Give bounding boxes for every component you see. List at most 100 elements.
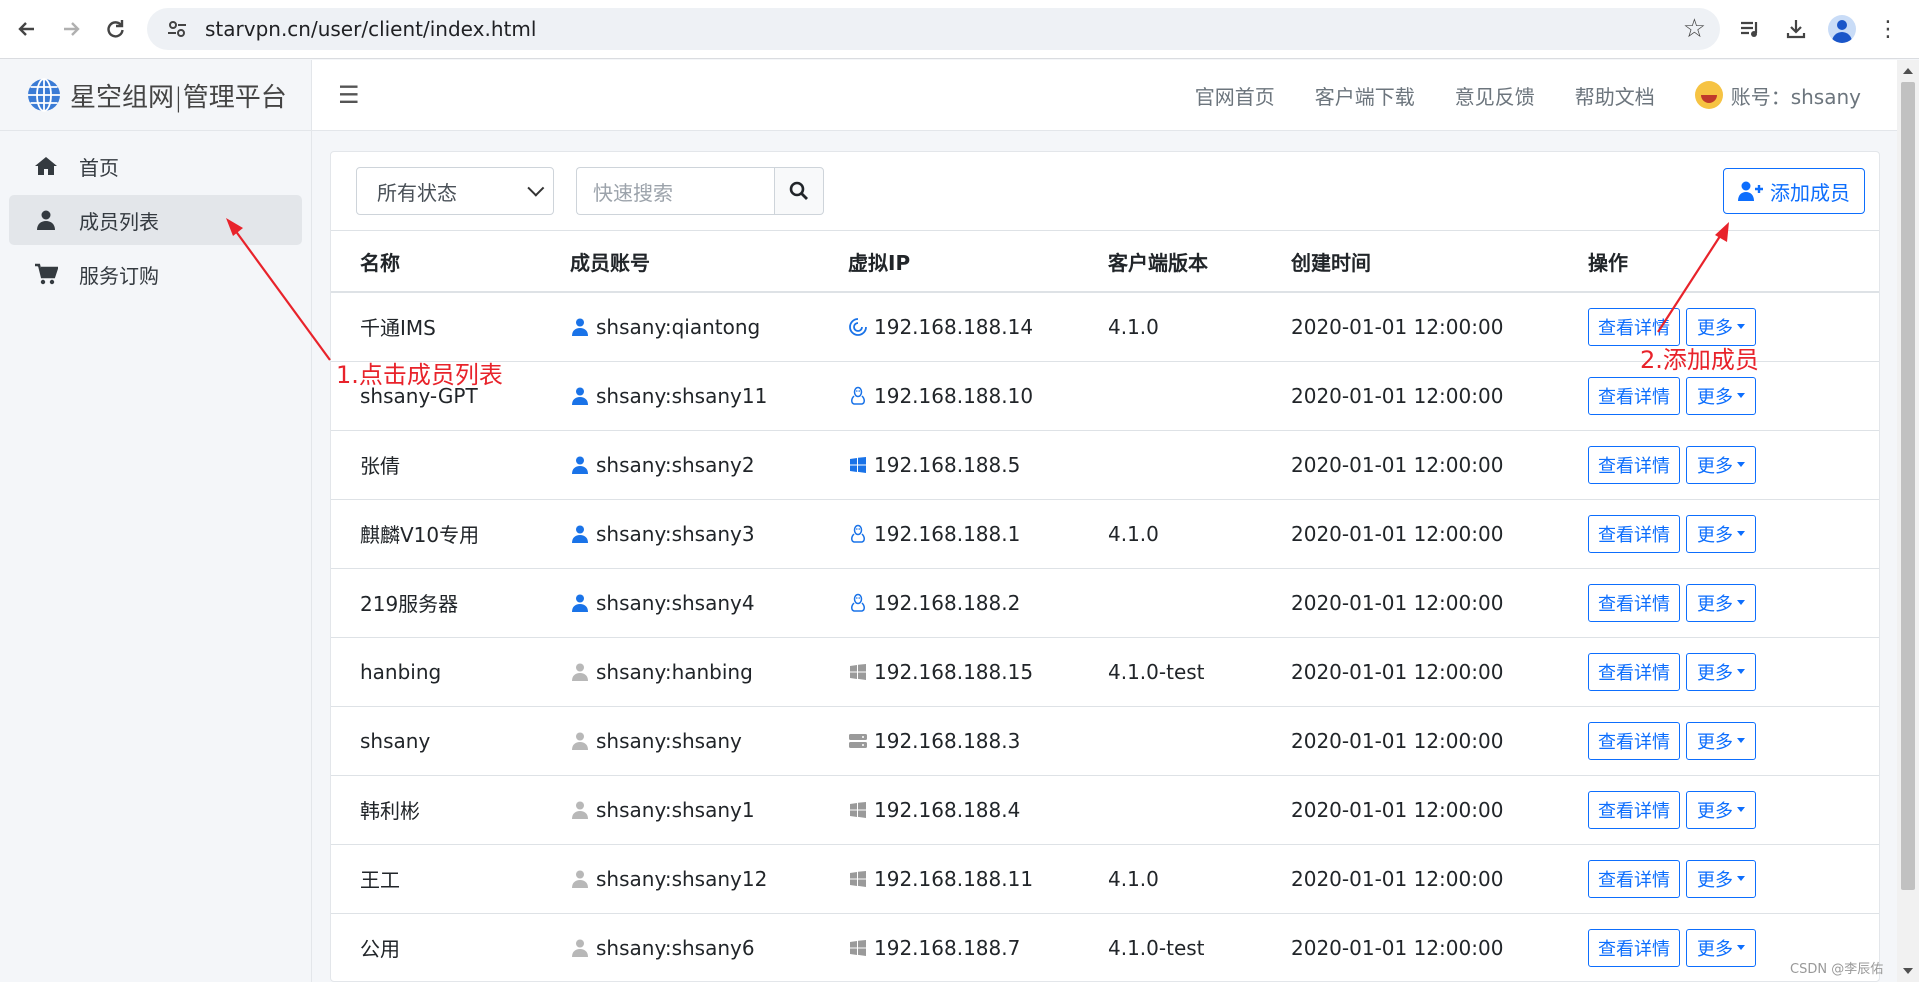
user-offline-icon [570,800,590,820]
download-icon[interactable] [1780,13,1812,45]
column-header-version[interactable]: 客户端版本 [1079,231,1262,293]
windows-os-icon [848,455,868,475]
table-row[interactable]: hanbing shsany:hanbing 192.168.188.15 4.… [331,637,1879,707]
mac-os-icon [848,317,868,337]
add-member-button[interactable]: 添加成员 [1723,168,1865,214]
view-details-button[interactable]: 查看详情 [1588,445,1680,484]
account-label: 账号：shsany [1730,84,1861,109]
account-menu[interactable]: 账号：shsany [1694,81,1861,110]
scroll-up-arrow-icon[interactable] [1903,68,1913,74]
search-icon [789,181,808,200]
virtual-ip: 192.168.188.7 [874,935,1021,960]
view-details-button[interactable]: 查看详情 [1588,514,1680,553]
more-label: 更多 [1697,800,1733,822]
chrome-menu-icon[interactable]: ⋮ [1872,13,1904,45]
user-online-icon [570,455,590,475]
forward-arrow-icon [64,22,80,36]
member-account: shsany:shsany3 [596,521,755,546]
more-dropdown-button[interactable]: 更多 [1686,928,1756,967]
nav-link-home-site[interactable]: 官网首页 [1195,81,1275,110]
actions-cell: 查看详情 更多 [1559,568,1879,638]
table-body: 千通IMS shsany:qiantong 192.168.188.14 4.1… [331,292,1879,981]
table-row[interactable]: 公用 shsany:shsany6 192.168.188.7 4.1.0-te… [331,913,1879,981]
sidebar-item-subscription[interactable]: 服务订购 [9,249,302,299]
view-details-button[interactable]: 查看详情 [1588,376,1680,415]
column-header-actions: 操作 [1559,231,1879,293]
menu-toggle-icon[interactable]: ☰ [338,81,368,109]
site-settings-icon[interactable] [167,18,189,40]
forward-button[interactable] [49,7,93,51]
more-dropdown-button[interactable]: 更多 [1686,721,1756,760]
table-row[interactable]: 王工 shsany:shsany12 192.168.188.11 4.1.0 … [331,844,1879,914]
caret-down-icon [1737,462,1745,467]
caret-down-icon [1737,945,1745,950]
cart-icon [33,263,59,285]
column-header-ip[interactable]: 虚拟IP [819,231,1079,293]
table-row[interactable]: 韩利彬 shsany:shsany1 192.168.188.4 2020-01… [331,775,1879,845]
virtual-ip: 192.168.188.10 [874,383,1034,408]
annotation-step-1: 1.点击成员列表 [336,361,503,389]
more-label: 更多 [1697,731,1733,753]
sidebar-item-home[interactable]: 首页 [9,141,302,191]
table-row[interactable]: 麒麟V10专用 shsany:shsany3 192.168.188.1 4.1… [331,499,1879,569]
member-account: shsany:shsany [596,728,742,753]
view-details-button[interactable]: 查看详情 [1588,928,1680,967]
address-bar[interactable]: starvpn.cn/user/client/index.html ☆ [147,8,1720,50]
scroll-thumb[interactable] [1901,82,1915,890]
member-account-cell: shsany:shsany12 [541,844,819,914]
brand-title: 星空组网|管理平台 [70,82,287,113]
url-text[interactable]: starvpn.cn/user/client/index.html [205,17,1683,41]
member-list-card: 所有状态 快速搜索 添加成员 名称 成员账号 虚拟IP 客户端版本 创建时间 操… [330,151,1880,982]
more-dropdown-button[interactable]: 更多 [1686,790,1756,829]
page-scrollbar[interactable] [1897,60,1919,982]
nav-link-download[interactable]: 客户端下载 [1315,81,1415,110]
more-dropdown-button[interactable]: 更多 [1686,514,1756,553]
brand[interactable]: 星空组网|管理平台 [0,60,311,131]
column-header-created[interactable]: 创建时间 [1262,231,1559,293]
nav-link-help[interactable]: 帮助文档 [1575,81,1655,110]
view-details-button[interactable]: 查看详情 [1588,790,1680,829]
scroll-down-arrow-icon[interactable] [1903,968,1913,974]
caret-down-icon [1737,738,1745,743]
sidebar-menu: 首页 成员列表 服务订购 [0,131,311,313]
bookmark-star-icon[interactable]: ☆ [1683,14,1706,44]
status-filter-select[interactable]: 所有状态 [356,167,554,215]
windows-os-icon [848,800,868,820]
virtual-ip: 192.168.188.4 [874,797,1021,822]
member-name: 张倩 [331,430,541,500]
search-input[interactable]: 快速搜索 [576,167,774,215]
view-details-button[interactable]: 查看详情 [1588,721,1680,760]
more-dropdown-button[interactable]: 更多 [1686,652,1756,691]
view-details-button[interactable]: 查看详情 [1588,859,1680,898]
card-toolbar: 所有状态 快速搜索 添加成员 [331,152,1879,231]
home-icon [33,156,59,176]
table-row[interactable]: 219服务器 shsany:shsany4 192.168.188.2 2020… [331,568,1879,638]
annotation-step-2: 2.添加成员 [1640,346,1759,374]
column-header-account[interactable]: 成员账号 [541,231,819,293]
table-row[interactable]: 张倩 shsany:shsany2 192.168.188.5 2020-01-… [331,430,1879,500]
member-name: 麒麟V10专用 [331,499,541,569]
member-name: shsany [331,706,541,776]
nav-link-feedback[interactable]: 意见反馈 [1455,81,1535,110]
table-row[interactable]: shsany shsany:shsany 192.168.188.3 2020-… [331,706,1879,776]
column-header-name[interactable]: 名称 [331,231,541,293]
top-navbar: ☰ 官网首页 客户端下载 意见反馈 帮助文档 账号：shsany [312,60,1897,131]
back-button[interactable] [5,7,49,51]
profile-avatar[interactable] [1826,13,1858,45]
more-dropdown-button[interactable]: 更多 [1686,376,1756,415]
virtual-ip-cell: 192.168.188.4 [819,775,1079,845]
view-details-button[interactable]: 查看详情 [1588,583,1680,622]
more-dropdown-button[interactable]: 更多 [1686,445,1756,484]
client-version [1079,430,1262,500]
more-dropdown-button[interactable]: 更多 [1686,583,1756,622]
reload-button[interactable] [93,7,137,51]
sidebar-item-label: 服务订购 [79,263,159,288]
sidebar-item-members[interactable]: 成员列表 [9,195,302,245]
reading-list-icon[interactable] [1734,13,1766,45]
more-dropdown-button[interactable]: 更多 [1686,859,1756,898]
sidebar-item-label: 成员列表 [79,209,159,234]
member-account: shsany:shsany2 [596,452,755,477]
search-button[interactable] [774,167,824,215]
member-account: shsany:shsany4 [596,590,755,615]
view-details-button[interactable]: 查看详情 [1588,652,1680,691]
